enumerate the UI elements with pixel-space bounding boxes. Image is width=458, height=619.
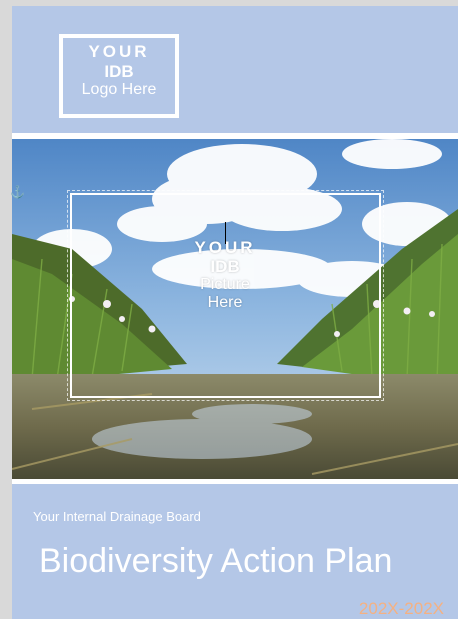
logo-band: YOUR IDB Logo Here: [12, 6, 458, 133]
logo-placeholder[interactable]: YOUR IDB Logo Here: [59, 34, 179, 118]
picture-line-3: Picture: [200, 276, 250, 294]
document-title[interactable]: Biodiversity Action Plan: [39, 542, 392, 581]
picture-line-4: Here: [207, 293, 243, 311]
picture-line-1: YOUR: [194, 238, 256, 257]
logo-line-1: YOUR: [88, 42, 150, 61]
picture-placeholder-text[interactable]: YOUR IDB Picture Here: [175, 238, 275, 312]
plan-years[interactable]: 202X-202X: [359, 599, 444, 619]
document-page: YOUR IDB Logo Here Your Internal Drainag…: [0, 0, 458, 619]
logo-line-3: Logo Here: [81, 81, 157, 99]
picture-line-2: IDB: [210, 257, 240, 277]
bottom-divider: [12, 479, 458, 484]
anchor-icon: ⚓: [10, 185, 25, 199]
board-name[interactable]: Your Internal Drainage Board: [33, 509, 201, 524]
logo-line-2: IDB: [104, 61, 134, 81]
